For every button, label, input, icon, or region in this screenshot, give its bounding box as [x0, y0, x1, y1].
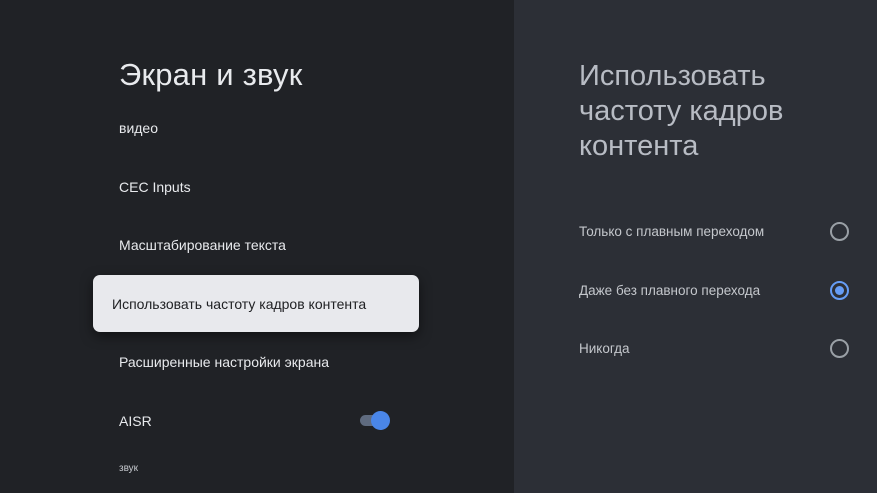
- option-label: Никогда: [579, 340, 630, 356]
- option-smooth-only[interactable]: Только с плавным переходом: [579, 219, 849, 243]
- menu-item-video[interactable]: видео: [119, 120, 419, 136]
- panel-title: Использовать частоту кадров контента: [579, 60, 784, 162]
- menu-item-text-scaling[interactable]: Масштабирование текста: [119, 237, 419, 253]
- menu-item-content-frame-rate-label: Использовать частоту кадров контента: [112, 295, 367, 312]
- option-label: Даже без плавного перехода: [579, 282, 761, 298]
- radio-unchecked-icon[interactable]: [830, 221, 849, 241]
- option-never[interactable]: Никогда: [579, 336, 849, 360]
- page-title: Экран и звук: [119, 57, 303, 92]
- option-label: Только с плавным переходом: [579, 223, 765, 239]
- radio-unchecked-icon[interactable]: [830, 338, 849, 358]
- radio-checked-icon[interactable]: [830, 280, 849, 300]
- menu-item-advanced-display[interactable]: Расширенные настройки экрана: [119, 354, 419, 370]
- option-without-smooth[interactable]: Даже без плавного перехода: [579, 278, 849, 302]
- toggle-knob: [371, 411, 390, 430]
- menu-item-cec-inputs[interactable]: CEC Inputs: [119, 179, 419, 195]
- section-header-sound: звук: [119, 463, 139, 474]
- aisr-toggle[interactable]: [359, 411, 391, 430]
- menu-item-content-frame-rate[interactable]: Использовать частоту кадров контента: [93, 275, 419, 332]
